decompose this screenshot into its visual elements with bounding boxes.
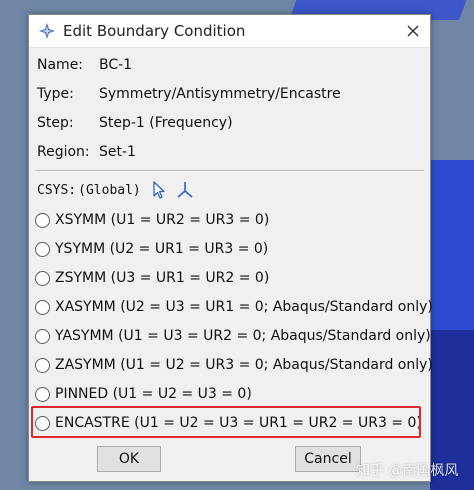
abaqus-app-icon xyxy=(39,23,55,39)
edit-boundary-condition-dialog: Edit Boundary Condition Name: BC-1 Type: S… xyxy=(28,14,433,482)
arrow-cursor-icon[interactable] xyxy=(149,180,169,200)
close-icon[interactable] xyxy=(402,20,424,42)
csys-triad-icon[interactable] xyxy=(175,180,195,200)
step-row: Step: Step-1 (Frequency) xyxy=(37,115,233,131)
radio-button[interactable] xyxy=(35,386,50,402)
watermark: 知乎 @南国枫风 xyxy=(356,463,459,479)
option-label: YSYMM (U2 = UR1 = UR3 = 0) xyxy=(55,241,269,257)
option-label: XSYMM (U1 = UR2 = UR3 = 0) xyxy=(55,212,270,228)
title-bar[interactable]: Edit Boundary Condition xyxy=(29,15,430,48)
type-label: Type: xyxy=(37,86,74,102)
option-label: ZASYMM (U1 = U2 = UR3 = 0; Abaqus/Standa… xyxy=(55,357,433,373)
option-label: XASYMM (U2 = U3 = UR1 = 0; Abaqus/Standa… xyxy=(55,299,433,315)
radio-button[interactable] xyxy=(35,241,50,257)
option-pinned[interactable]: PINNED (U1 = U2 = U3 = 0) xyxy=(35,383,252,405)
name-label: Name: xyxy=(37,57,84,73)
region-value: Set-1 xyxy=(99,144,136,160)
radio-button[interactable] xyxy=(35,212,50,228)
csys-value: (Global) xyxy=(78,182,141,198)
step-label: Step: xyxy=(37,115,74,131)
option-xsymm[interactable]: XSYMM (U1 = UR2 = UR3 = 0) xyxy=(35,209,269,231)
cancel-button[interactable]: Cancel xyxy=(295,446,361,472)
option-label: PINNED (U1 = U2 = U3 = 0) xyxy=(55,386,252,402)
option-xasymm[interactable]: XASYMM (U2 = U3 = UR1 = 0; Abaqus/Standa… xyxy=(35,296,433,318)
type-row: Type: Symmetry/Antisymmetry/Encastre xyxy=(37,86,341,102)
ok-button[interactable]: OK xyxy=(97,446,161,472)
csys-row: CSYS: (Global) xyxy=(37,179,195,201)
option-zsymm[interactable]: ZSYMM (U3 = UR1 = UR2 = 0) xyxy=(35,267,269,289)
option-zasymm[interactable]: ZASYMM (U1 = U2 = UR3 = 0; Abaqus/Standa… xyxy=(35,354,433,376)
dialog-title: Edit Boundary Condition xyxy=(63,22,246,40)
option-label: YASYMM (U1 = U3 = UR2 = 0; Abaqus/Standa… xyxy=(55,328,431,344)
option-label: ZSYMM (U3 = UR1 = UR2 = 0) xyxy=(55,270,270,286)
radio-button[interactable] xyxy=(35,270,50,286)
region-row: Region: Set-1 xyxy=(37,144,136,160)
name-row: Name: BC-1 xyxy=(37,57,132,73)
divider xyxy=(35,170,424,172)
csys-label: CSYS: xyxy=(37,182,77,198)
name-value: BC-1 xyxy=(99,57,133,73)
type-value: Symmetry/Antisymmetry/Encastre xyxy=(99,86,341,102)
option-ysymm[interactable]: YSYMM (U2 = UR1 = UR3 = 0) xyxy=(35,238,268,260)
region-label: Region: xyxy=(37,144,90,160)
option-yasymm[interactable]: YASYMM (U1 = U3 = UR2 = 0; Abaqus/Standa… xyxy=(35,325,431,347)
radio-button[interactable] xyxy=(35,357,50,373)
step-value: Step-1 (Frequency) xyxy=(99,115,233,131)
radio-button[interactable] xyxy=(35,299,50,315)
radio-button[interactable] xyxy=(35,328,50,344)
highlight-box xyxy=(31,406,421,438)
